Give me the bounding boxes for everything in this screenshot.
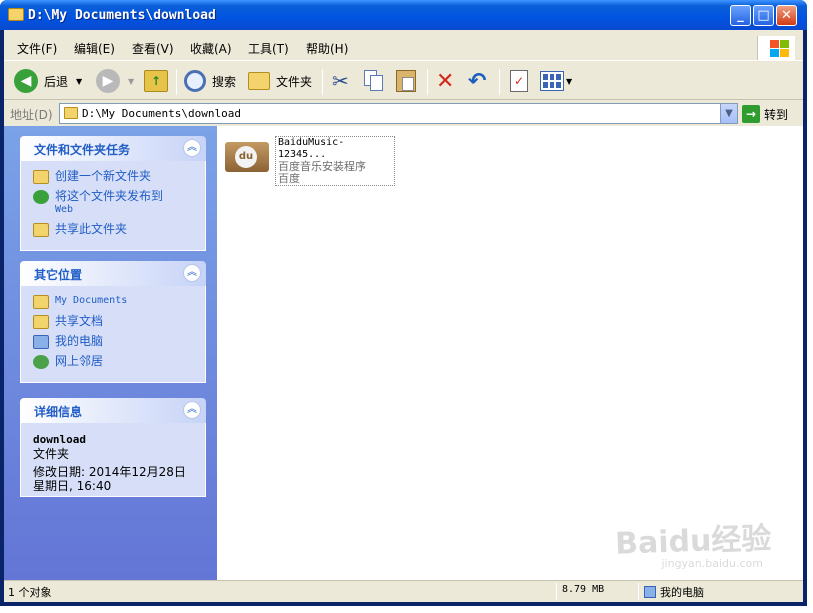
- file-list-view[interactable]: du BaiduMusic-12345... 百度音乐安装程序 百度 Baidu…: [217, 126, 803, 580]
- copy-icon: [364, 70, 384, 92]
- panel-header[interactable]: 详细信息 ︽: [20, 398, 206, 423]
- address-input[interactable]: D:\My Documents\download ▼: [59, 103, 738, 124]
- publish-web-link[interactable]: 将这个文件夹发布到 Web: [33, 189, 195, 217]
- scissors-icon: ✂: [332, 69, 349, 93]
- chevron-down-icon[interactable]: ▼: [76, 77, 82, 86]
- explorer-window: D:\My Documents\download _ □ ✕ 文件(F) 编辑(…: [0, 0, 807, 606]
- panel-title: 详细信息: [34, 405, 83, 419]
- forward-arrow-icon: ▶: [96, 69, 120, 93]
- address-label: 地址(D): [10, 108, 53, 122]
- folder-icon: [33, 295, 49, 309]
- close-button[interactable]: ✕: [776, 5, 797, 26]
- title-bar[interactable]: D:\My Documents\download _ □ ✕: [0, 0, 807, 30]
- clipboard-icon: [396, 70, 416, 92]
- up-folder-button[interactable]: ↑: [144, 67, 168, 95]
- properties-button[interactable]: ✓: [510, 67, 528, 95]
- network-icon: [33, 355, 49, 369]
- folders-button[interactable]: 文件夹: [248, 67, 312, 95]
- back-arrow-icon: ◀: [14, 69, 38, 93]
- my-computer-link[interactable]: 我的电脑: [33, 334, 195, 349]
- collapse-chevron-icon[interactable]: ︽: [183, 264, 201, 282]
- list-item[interactable]: du BaiduMusic-12345... 百度音乐安装程序 百度: [223, 136, 395, 186]
- panel-title: 文件和文件夹任务: [34, 143, 131, 157]
- chevron-down-icon[interactable]: ▼: [566, 77, 572, 86]
- installer-package-icon: du: [223, 138, 271, 174]
- menu-file[interactable]: 文件(F): [17, 40, 57, 57]
- file-tasks-panel: 文件和文件夹任务 ︽ 创建一个新文件夹 将这个文件夹发布到 Web 共享此文件夹: [20, 136, 206, 251]
- views-icon: [540, 71, 564, 91]
- task-pane: 文件和文件夹任务 ︽ 创建一个新文件夹 将这个文件夹发布到 Web 共享此文件夹…: [4, 126, 217, 580]
- undo-button[interactable]: ↶: [468, 67, 486, 95]
- views-button[interactable]: ▼: [540, 67, 572, 95]
- collapse-chevron-icon[interactable]: ︽: [183, 401, 201, 419]
- computer-icon: [644, 586, 656, 598]
- toolbar: ◀ 后退 ▼ ▶ ▼ ↑ 搜索 文件夹 ✂ ✕ ↶ ✓ ▼: [4, 60, 803, 100]
- my-documents-link[interactable]: My Documents: [33, 294, 195, 309]
- address-bar: 地址(D) D:\My Documents\download ▼ → 转到: [4, 102, 803, 126]
- go-button[interactable]: → 转到: [742, 104, 788, 124]
- details-modified: 修改日期: 2014年12月28日: [33, 465, 186, 479]
- menu-view[interactable]: 查看(V): [132, 40, 174, 57]
- folder-icon: [64, 107, 78, 119]
- details-type: 文件夹: [33, 447, 70, 461]
- watermark-logo: Baidu经验: [614, 521, 772, 562]
- status-bar: 1 个对象 8.79 MB 我的电脑: [4, 580, 803, 602]
- folder-icon: [8, 8, 24, 21]
- address-dropdown-button[interactable]: ▼: [720, 104, 737, 123]
- details-panel: 详细信息 ︽ download 文件夹 修改日期: 2014年12月28日 星期…: [20, 398, 206, 497]
- forward-button[interactable]: ▶ ▼: [96, 67, 134, 95]
- new-folder-icon: [33, 170, 49, 184]
- back-button[interactable]: ◀ 后退 ▼: [14, 67, 82, 95]
- new-folder-link[interactable]: 创建一个新文件夹: [33, 169, 195, 184]
- shared-documents-link[interactable]: 共享文档: [33, 314, 195, 329]
- menu-tools[interactable]: 工具(T): [248, 40, 289, 57]
- panel-header[interactable]: 文件和文件夹任务 ︽: [20, 136, 206, 161]
- folder-icon: [248, 72, 270, 90]
- other-places-panel: 其它位置 ︽ My Documents 共享文档 我的电脑 网上邻居: [20, 261, 206, 383]
- panel-header[interactable]: 其它位置 ︽: [20, 261, 206, 286]
- globe-icon: [33, 190, 49, 204]
- menu-edit[interactable]: 编辑(E): [74, 40, 115, 57]
- minimize-button[interactable]: _: [730, 5, 751, 26]
- menu-bar: 文件(F) 编辑(E) 查看(V) 收藏(A) 工具(T) 帮助(H): [4, 36, 803, 60]
- collapse-chevron-icon[interactable]: ︽: [183, 139, 201, 157]
- details-modified-time: 星期日, 16:40: [33, 479, 112, 493]
- menu-help[interactable]: 帮助(H): [306, 40, 348, 57]
- menu-favorites[interactable]: 收藏(A): [190, 40, 232, 57]
- properties-icon: ✓: [510, 70, 528, 92]
- windows-logo-icon: [757, 36, 795, 60]
- maximize-button[interactable]: □: [753, 5, 774, 26]
- details-name: download: [33, 433, 86, 446]
- address-value: D:\My Documents\download: [82, 107, 241, 120]
- share-folder-link[interactable]: 共享此文件夹: [33, 222, 195, 237]
- file-name: BaiduMusic-12345...: [278, 137, 345, 160]
- delete-button[interactable]: ✕: [436, 67, 454, 95]
- folder-icon: [33, 315, 49, 329]
- window-title: D:\My Documents\download: [28, 8, 216, 23]
- status-object-count: 1 个对象: [8, 586, 52, 599]
- file-company: 百度: [278, 172, 300, 185]
- panel-title: 其它位置: [34, 268, 83, 282]
- go-arrow-icon: →: [742, 105, 760, 123]
- search-icon: [184, 70, 206, 92]
- search-button[interactable]: 搜索: [184, 67, 236, 95]
- network-places-link[interactable]: 网上邻居: [33, 354, 195, 369]
- chevron-down-icon[interactable]: ▼: [128, 77, 134, 86]
- watermark-url: jingyan.baidu.com: [661, 557, 763, 570]
- copy-button[interactable]: [364, 67, 384, 95]
- window-frame: 文件(F) 编辑(E) 查看(V) 收藏(A) 工具(T) 帮助(H) ◀ 后退…: [4, 30, 803, 602]
- status-size: 8.79 MB: [562, 584, 605, 595]
- undo-icon: ↶: [468, 68, 487, 94]
- delete-x-icon: ✕: [436, 68, 455, 94]
- cut-button[interactable]: ✂: [332, 67, 349, 95]
- computer-icon: [33, 335, 49, 349]
- paste-button[interactable]: [396, 67, 416, 95]
- status-location: 我的电脑: [660, 586, 704, 599]
- shared-folder-icon: [33, 223, 49, 237]
- up-folder-icon: ↑: [144, 70, 168, 92]
